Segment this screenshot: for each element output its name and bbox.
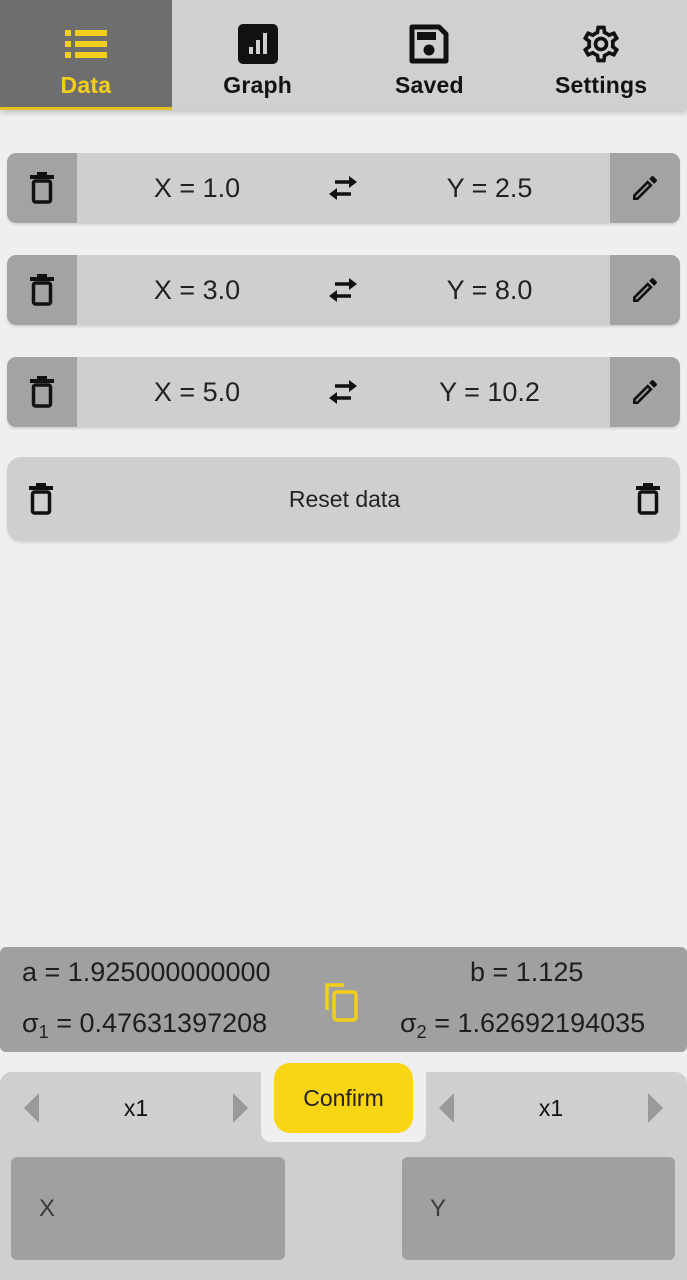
swap-arrows-icon (329, 380, 357, 404)
swap-arrows-icon (329, 278, 357, 302)
y-multiplier-value: x1 (538, 1094, 564, 1121)
pencil-icon (633, 176, 658, 200)
tab-graph[interactable]: Graph (172, 0, 344, 110)
trash-icon (636, 483, 660, 515)
input-panel: x1 Confirm x1 X Y (0, 1062, 687, 1280)
edit-point-button[interactable] (610, 153, 680, 223)
trash-icon (30, 376, 54, 408)
trash-icon (30, 274, 54, 306)
x-multiplier-decrease-arrow[interactable] (24, 1093, 39, 1123)
swap-button[interactable] (317, 277, 369, 303)
y-value: Y = 10.2 (439, 376, 540, 407)
y-multiplier-stepper: x1 (427, 1072, 687, 1144)
x-value: X = 1.0 (153, 172, 241, 203)
gear-icon (579, 22, 623, 66)
delete-point-button[interactable] (7, 357, 77, 427)
y-multiplier-decrease-arrow[interactable] (439, 1093, 454, 1123)
edit-point-button[interactable] (610, 255, 680, 325)
tab-label: Settings (554, 72, 648, 98)
list-icon (64, 22, 108, 66)
x-input[interactable]: X (11, 1157, 285, 1260)
edit-point-button[interactable] (610, 357, 680, 427)
x-value: X = 5.0 (153, 376, 241, 407)
delete-point-button[interactable] (7, 255, 77, 325)
bar-chart-icon (236, 22, 280, 66)
sigma-symbol: σ (400, 1008, 417, 1038)
swap-button[interactable] (317, 379, 369, 405)
swap-arrows-icon (329, 176, 357, 200)
tab-settings[interactable]: Settings (515, 0, 687, 110)
regression-results-panel: a = 1.925000000000 b = 1.125 σ1 = 0.4763… (0, 947, 687, 1052)
x-multiplier-stepper: x1 (0, 1072, 260, 1144)
x-value: X = 3.0 (153, 274, 241, 305)
sigma-1-value: = 0.47631397208 (48, 1008, 268, 1038)
data-point-row: X = 3.0 Y = 8.0 (7, 255, 680, 325)
y-value: Y = 8.0 (446, 274, 533, 305)
copy-icon (325, 983, 358, 1022)
floppy-disk-icon (407, 22, 451, 66)
reset-data-button[interactable]: Reset data (7, 457, 680, 541)
tab-label: Data (60, 72, 112, 98)
pencil-icon (633, 380, 658, 404)
data-point-list: X = 1.0 Y = 2.5 X = 3.0 Y = 8.0 X = 5.0 … (7, 153, 680, 459)
sigma-symbol: σ (22, 1008, 39, 1038)
sigma-subscript: 1 (38, 1022, 49, 1042)
data-point-row: X = 5.0 Y = 10.2 (7, 357, 680, 427)
reset-data-label: Reset data (288, 485, 401, 512)
x-multiplier-increase-arrow[interactable] (232, 1093, 248, 1123)
tab-saved[interactable]: Saved (344, 0, 516, 110)
pencil-icon (633, 278, 658, 302)
y-multiplier-increase-arrow[interactable] (647, 1093, 663, 1123)
sigma-2-value: = 1.62692194035 (426, 1008, 646, 1038)
confirm-button[interactable]: Confirm (274, 1063, 413, 1133)
tab-data[interactable]: Data (0, 0, 172, 110)
tab-label: Saved (394, 72, 464, 98)
sigma-1: σ1 = 0.47631397208 (22, 1008, 288, 1043)
x-multiplier-value: x1 (123, 1094, 149, 1121)
y-input[interactable]: Y (402, 1157, 675, 1260)
trash-icon (29, 483, 53, 515)
copy-results-button[interactable] (322, 980, 362, 1024)
trash-icon (30, 172, 54, 204)
delete-point-button[interactable] (7, 153, 77, 223)
y-value: Y = 2.5 (446, 172, 533, 203)
swap-button[interactable] (317, 175, 369, 201)
coefficient-a: a = 1.925000000000 (22, 957, 271, 987)
coefficient-b: b = 1.125 (470, 957, 584, 987)
data-point-row: X = 1.0 Y = 2.5 (7, 153, 680, 223)
top-navigation: Data Graph Saved Settings (0, 0, 687, 110)
tab-label: Graph (223, 72, 292, 98)
sigma-2: σ2 = 1.62692194035 (400, 1008, 645, 1043)
sigma-subscript: 2 (416, 1022, 427, 1042)
